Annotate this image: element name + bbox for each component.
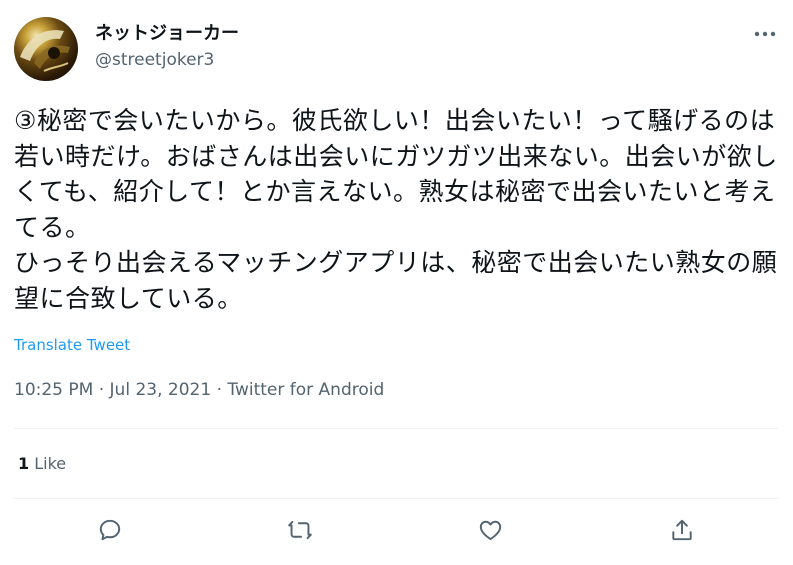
tweet-metadata: 10:25 PM · Jul 23, 2021 · Twitter for An…: [14, 380, 384, 400]
divider: [14, 428, 778, 429]
retweet-button[interactable]: [285, 515, 315, 545]
retweet-icon: [288, 520, 312, 540]
meta-separator: ·: [93, 380, 110, 400]
more-options-button[interactable]: [750, 24, 780, 44]
meta-separator: ·: [211, 380, 228, 400]
tweet-text: ③秘密で会いたいから。彼氏欲しい！出会いたい！って騒げるのは若い時だけ。おばさん…: [14, 106, 778, 313]
share-button[interactable]: [667, 515, 697, 545]
heart-icon: [479, 520, 501, 540]
reply-button[interactable]: [95, 515, 125, 545]
user-handle[interactable]: @streetjoker3: [95, 50, 214, 70]
likes-stat[interactable]: 1 Like: [18, 454, 66, 473]
tweet-source[interactable]: Twitter for Android: [227, 380, 384, 400]
reply-icon: [99, 519, 121, 541]
translate-tweet-link[interactable]: Translate Tweet: [14, 336, 130, 354]
divider: [14, 498, 778, 499]
display-name[interactable]: ネットジョーカー: [95, 19, 239, 45]
tweet-card: ネットジョーカー @streetjoker3 ③秘密で会いたいから。彼氏欲しい！…: [0, 0, 793, 565]
like-label: Like: [29, 454, 67, 473]
like-button[interactable]: [475, 515, 505, 545]
joker-avatar-icon: [20, 30, 70, 72]
like-count: 1: [18, 454, 30, 473]
more-dots-icon: [754, 31, 776, 37]
tweet-date[interactable]: Jul 23, 2021: [110, 380, 212, 400]
share-icon: [672, 519, 692, 541]
tweet-time[interactable]: 10:25 PM: [14, 380, 93, 400]
avatar[interactable]: [14, 17, 78, 81]
